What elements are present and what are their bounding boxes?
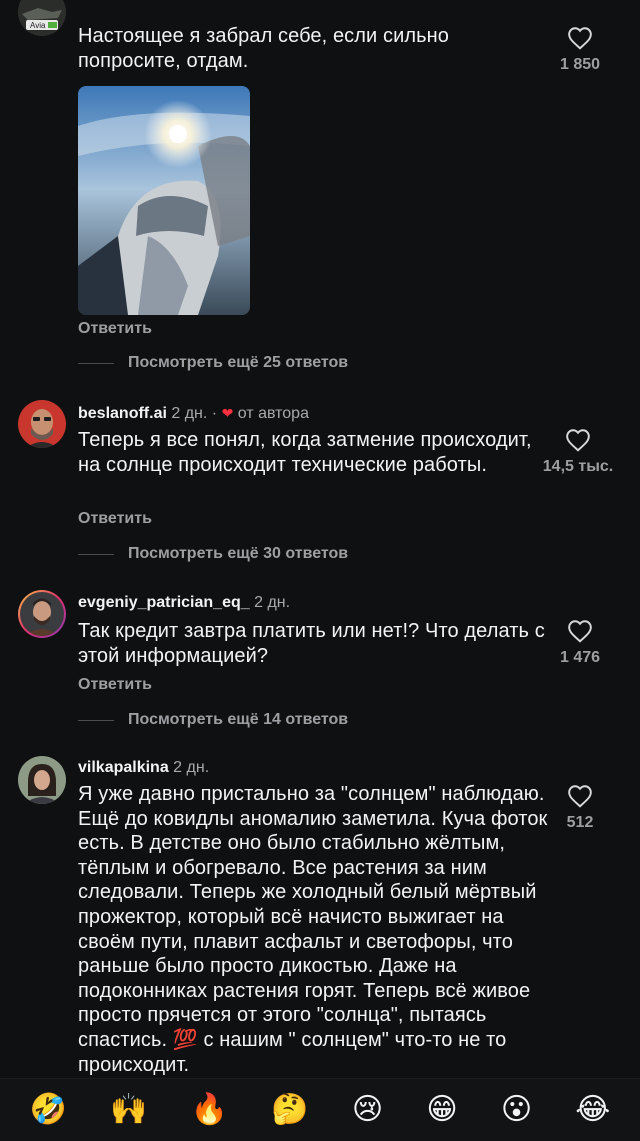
username[interactable]: evgeniy_patrician_eq_ bbox=[78, 594, 250, 611]
avatar[interactable] bbox=[18, 590, 66, 638]
comment-text: Так кредит завтра платить или нет!? Что … bbox=[78, 620, 545, 667]
view-more-replies[interactable]: Посмотреть ещё 14 ответов bbox=[78, 711, 348, 729]
emoji-joy[interactable]: 😂 bbox=[575, 1093, 610, 1127]
emoji-fire[interactable]: 🔥 bbox=[191, 1093, 228, 1127]
emoji-surprised[interactable]: 😮 bbox=[501, 1093, 532, 1127]
like-count: 512 bbox=[566, 814, 594, 831]
svg-text:Avia: Avia bbox=[30, 21, 46, 30]
avatar[interactable]: Avia bbox=[18, 0, 66, 36]
reply-button[interactable]: Ответить bbox=[78, 676, 152, 694]
emoji-crying[interactable]: 😢 bbox=[352, 1093, 383, 1127]
comment-meta: beslanoff.ai 2 дн. · ❤ от автора bbox=[78, 403, 309, 424]
view-more-label: Посмотреть ещё 25 ответов bbox=[128, 354, 349, 371]
view-more-label: Посмотреть ещё 30 ответов bbox=[128, 545, 349, 562]
emoji-raised-hands[interactable]: 🙌 bbox=[110, 1093, 147, 1127]
reply-button[interactable]: Ответить bbox=[78, 320, 152, 338]
username[interactable]: beslanoff.ai bbox=[78, 405, 167, 422]
like-count: 14,5 тыс. bbox=[542, 458, 614, 475]
author-like-label: от автора bbox=[237, 405, 309, 422]
like-button[interactable]: 1 476 bbox=[520, 619, 640, 667]
avatar[interactable] bbox=[18, 756, 66, 804]
emoji-grin[interactable]: 😁 bbox=[426, 1093, 457, 1127]
divider bbox=[78, 719, 114, 721]
like-button[interactable]: 1 850 bbox=[520, 26, 640, 74]
avatar[interactable] bbox=[18, 400, 66, 448]
divider bbox=[78, 362, 114, 364]
comment-time: 2 дн. bbox=[173, 759, 210, 776]
comment-text: Настоящее я забрал себе, если сильно поп… bbox=[78, 25, 450, 72]
view-more-replies[interactable]: Посмотреть ещё 25 ответов bbox=[78, 354, 348, 372]
like-count: 1 476 bbox=[559, 649, 601, 666]
comment-meta: vilkapalkina 2 дн. bbox=[78, 758, 209, 778]
heart-icon[interactable] bbox=[567, 619, 593, 643]
comment-text: Я уже давно пристально за "солнцем" набл… bbox=[78, 783, 548, 1076]
comment-text: Теперь я все понял, когда затмение проис… bbox=[78, 429, 532, 476]
username[interactable]: vilkapalkina bbox=[78, 759, 169, 776]
heart-icon[interactable] bbox=[567, 784, 593, 808]
emoji-rofl[interactable]: 🤣 bbox=[30, 1093, 67, 1127]
heart-icon[interactable] bbox=[567, 26, 593, 50]
emoji-thinking[interactable]: 🤔 bbox=[271, 1093, 308, 1127]
like-button[interactable]: 14,5 тыс. bbox=[518, 428, 638, 476]
emoji-reaction-bar: 🤣 🙌 🔥 🤔 😢 😁 😮 😂 bbox=[0, 1078, 640, 1141]
separator-dot: · bbox=[211, 405, 218, 422]
reply-button[interactable]: Ответить bbox=[78, 510, 152, 528]
comment-meta: evgeniy_patrician_eq_ 2 дн. bbox=[78, 593, 290, 613]
like-count: 1 850 bbox=[559, 56, 601, 73]
divider bbox=[78, 553, 114, 555]
view-more-label: Посмотреть ещё 14 ответов bbox=[128, 711, 349, 728]
comment-time: 2 дн. bbox=[254, 594, 291, 611]
heart-icon[interactable] bbox=[565, 428, 591, 452]
like-button[interactable]: 512 bbox=[520, 784, 640, 832]
view-more-replies[interactable]: Посмотреть ещё 30 ответов bbox=[78, 545, 348, 563]
author-heart-icon: ❤ bbox=[221, 405, 234, 421]
comments-screen: Avia Настоящее я забрал себе, если сильн… bbox=[0, 0, 640, 1141]
comment-time: 2 дн. bbox=[171, 405, 208, 422]
attached-photo[interactable] bbox=[78, 86, 250, 315]
